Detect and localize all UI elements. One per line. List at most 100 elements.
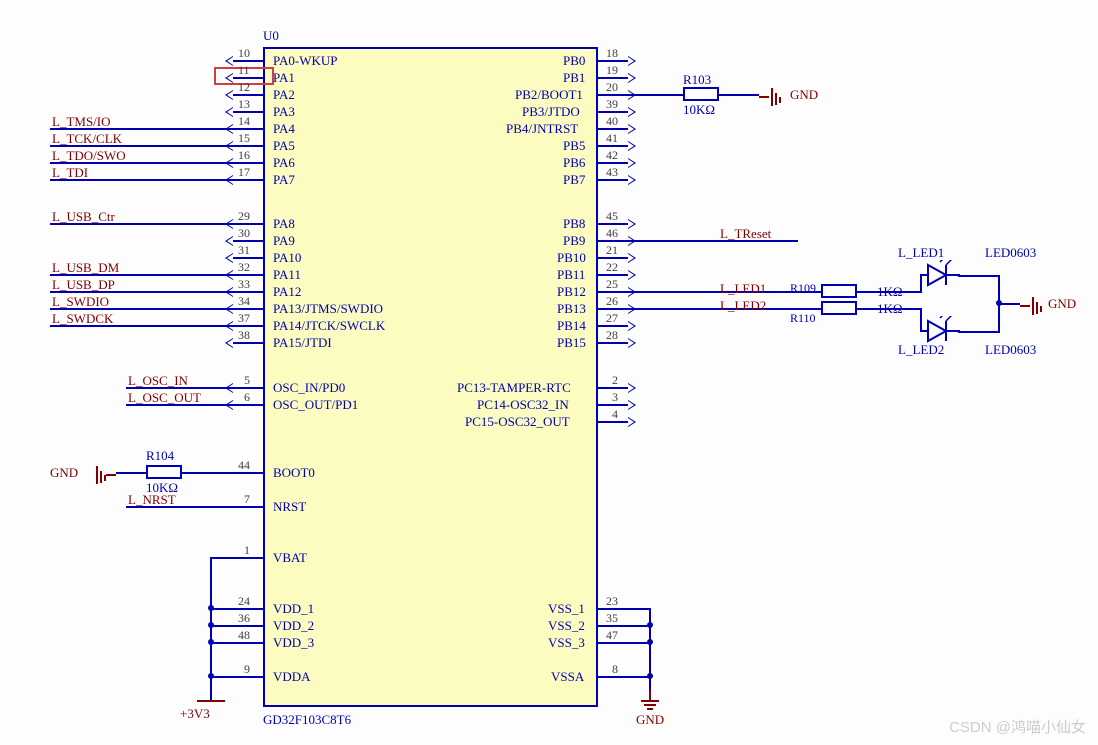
pin-number: 30 [238,226,250,241]
ground-symbol [759,88,781,106]
junction [208,605,214,611]
pin-number: 42 [606,148,618,163]
pin-number: 15 [238,131,250,146]
pin-io-marker [628,141,636,151]
pin-label: PC15-OSC32_OUT [465,414,570,430]
pin-label: VDD_2 [273,618,314,634]
net-wire [210,557,233,559]
pin-number: 23 [606,594,618,609]
net-label: L_LED2 [720,298,766,314]
pin-io-marker [628,175,636,185]
ground-symbol [1020,297,1042,315]
pin-io-marker [225,107,233,117]
pin-number: 29 [238,209,250,224]
pin-io-marker [628,338,636,348]
ground-symbol [641,690,659,710]
resistor-ref: R109 [790,281,816,296]
pin-label: VBAT [273,550,307,566]
pin-number: 48 [238,628,250,643]
pin-io-marker [628,253,636,263]
net-label: L_LED1 [720,281,766,297]
pin-label: PB10 [557,250,586,266]
pin-label: PA12 [273,284,301,300]
pin-label: PB5 [563,138,585,154]
pin-number: 13 [238,97,250,112]
net-wire [998,303,1020,305]
resistor [683,87,719,101]
pin-label: OSC_IN/PD0 [273,380,345,396]
pin-number: 11 [238,63,250,78]
pin-number: 4 [612,407,618,422]
pin-number: 12 [238,80,250,95]
junction [208,622,214,628]
pin-label: PB15 [557,335,586,351]
pin-label: PB2/BOOT1 [515,87,583,103]
pin-io-marker [225,253,233,263]
net-wire [116,472,146,474]
pin-io-marker [628,400,636,410]
pin-io-marker [225,90,233,100]
pin-label: VDD_3 [273,635,314,651]
pin-label: PB9 [563,233,585,249]
net-wire [628,240,798,242]
pin-number: 24 [238,594,250,609]
gnd-label: GND [1048,296,1076,312]
pin-label: PB12 [557,284,586,300]
resistor [821,284,857,298]
pin-number: 6 [244,390,250,405]
pin-label: PA10 [273,250,301,266]
pin-number: 37 [238,311,250,326]
pin-number: 18 [606,46,618,61]
pin-label: PB0 [563,53,585,69]
pin-number: 25 [606,277,618,292]
resistor-ref: R103 [683,72,711,88]
led-part: LED0603 [985,342,1036,358]
pin-number: 21 [606,243,618,258]
net-wire [719,94,759,96]
gnd-label: GND [636,712,664,728]
net-wire [628,94,683,96]
resistor [821,301,857,315]
pin-label: PB8 [563,216,585,232]
pin-number: 5 [244,373,250,388]
pin-io-marker [628,56,636,66]
resistor-value: 10KΩ [683,102,715,118]
pin-label: PB14 [557,318,586,334]
pin-number: 36 [238,611,250,626]
junction [208,639,214,645]
junction [647,673,653,679]
pin-label: PA1 [273,70,295,86]
power-bar [197,700,225,702]
pin-label: PA6 [273,155,295,171]
pin-io-marker [628,219,636,229]
pin-label: PA3 [273,104,295,120]
pin-number: 16 [238,148,250,163]
led-net-label: L_LED2 [898,342,944,358]
pin-number: 46 [606,226,618,241]
net-label: L_USB_DM [52,260,119,276]
pin-io-marker [628,73,636,83]
pin-label: PA2 [273,87,295,103]
junction [647,639,653,645]
pin-label: PA15/JTDI [273,335,332,351]
net-label: L_NRST [128,492,176,508]
net-label: L_TCK/CLK [52,131,122,147]
pin-number: 40 [606,114,618,129]
pin-io-marker [628,270,636,280]
pin-label: OSC_OUT/PD1 [273,397,358,413]
net-label: L_USB_DP [52,277,115,293]
pin-io-marker [628,107,636,117]
pin-number: 31 [238,243,250,258]
pin-label: BOOT0 [273,465,315,481]
pin-label: NRST [273,499,306,515]
pin-label: PA5 [273,138,295,154]
pin-number: 14 [238,114,250,129]
net-label: L_SWDIO [52,294,109,310]
pin-number: 8 [612,662,618,677]
pin-io-marker [225,56,233,66]
pin-label: PC13-TAMPER-RTC [457,380,571,396]
pin-number: 3 [612,390,618,405]
net-wire [958,331,1000,333]
pin-label: PB13 [557,301,586,317]
pin-number: 17 [238,165,250,180]
